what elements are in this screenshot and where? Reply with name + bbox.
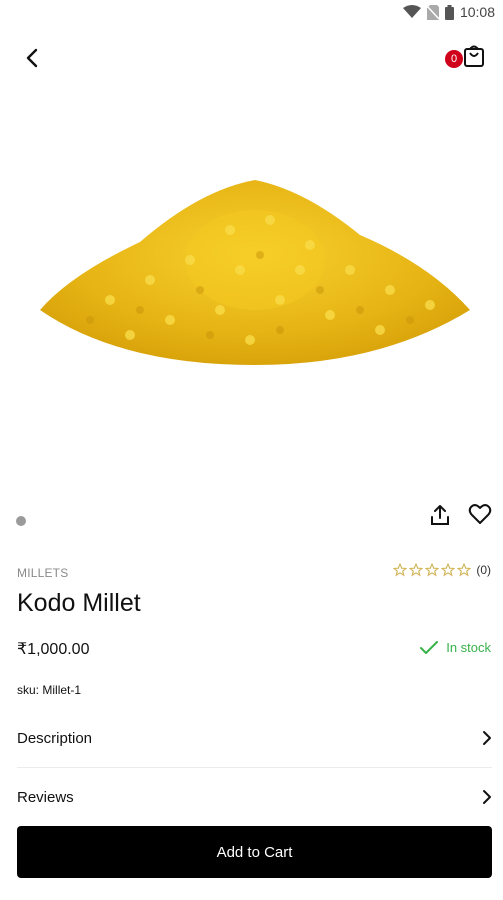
star-empty-icon (457, 563, 472, 577)
star-empty-icon (441, 563, 456, 577)
carousel-dot[interactable] (16, 516, 26, 526)
wifi-icon (402, 5, 421, 18)
status-icons: 10:08 (402, 4, 495, 20)
share-button[interactable] (428, 503, 454, 529)
chevron-right-icon (483, 731, 491, 745)
description-row[interactable]: Description (17, 714, 492, 762)
product-price: ₹1,000.00 (17, 641, 90, 658)
no-sim-icon (426, 4, 439, 20)
reviews-label: Reviews (17, 788, 74, 806)
cart-button[interactable]: 0 (445, 44, 491, 72)
shopping-bag-icon (464, 45, 484, 67)
product-rating[interactable]: (0) (393, 563, 491, 577)
wishlist-button[interactable] (468, 503, 494, 529)
star-empty-icon (409, 563, 424, 577)
stock-status: In stock (420, 640, 491, 655)
app-header: 0 (0, 36, 503, 82)
description-label: Description (17, 729, 93, 747)
divider (17, 767, 492, 768)
product-title: Kodo Millet (17, 589, 141, 617)
product-image (40, 180, 470, 365)
stock-label: In stock (446, 640, 491, 655)
status-bar: 10:08 (0, 0, 503, 28)
back-button[interactable] (18, 44, 46, 72)
sku-value: Millet-1 (42, 683, 82, 697)
heart-icon (468, 504, 492, 524)
star-empty-icon (425, 563, 440, 577)
product-category: MILLETS (17, 566, 69, 580)
rating-count: (0) (476, 563, 491, 577)
back-arrow-icon (26, 48, 38, 68)
share-icon (431, 505, 449, 525)
chevron-right-icon (483, 790, 491, 804)
status-time: 10:08 (459, 4, 495, 20)
sku-row: sku: Millet-1 (17, 683, 81, 697)
star-empty-icon (393, 563, 408, 577)
sku-label: sku: (17, 683, 40, 697)
check-icon (420, 640, 439, 654)
add-to-cart-button[interactable]: Add to Cart (17, 826, 492, 878)
cart-count-badge: 0 (445, 50, 463, 68)
battery-icon (444, 4, 454, 20)
reviews-row[interactable]: Reviews (17, 773, 492, 821)
